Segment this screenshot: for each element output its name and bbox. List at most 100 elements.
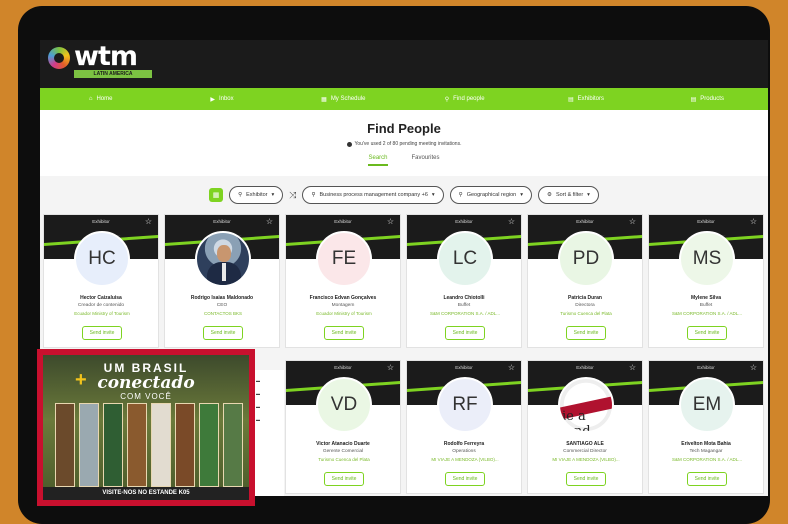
ad-tagline: conectado (97, 373, 195, 393)
avatar-initials: EM (679, 377, 735, 433)
person-card[interactable]: Exhibitor ☆ MS Mylene Silva Buffet S&M CORPOR… (648, 214, 764, 348)
logo-swirl-icon (48, 47, 70, 69)
exhibitor-badge: Exhibitor (576, 219, 594, 224)
favourite-star-icon[interactable]: ☆ (508, 363, 515, 372)
person-name: Hector Caizaluisa (80, 295, 122, 301)
partner-logo: ▬ (256, 378, 260, 383)
nav-label: Home (96, 96, 113, 102)
nav-home[interactable]: ⌂ Home (40, 88, 161, 110)
favourite-star-icon[interactable]: ☆ (508, 217, 515, 226)
person-name: Patricia Duran (568, 295, 602, 301)
person-card[interactable]: Exhibitor ☆ PD Patricia Duran Directora Turis… (527, 214, 643, 348)
nav-label: Products (700, 96, 724, 102)
person-card[interactable]: Exhibitor ☆ RF Rodolfo Ferreyra Operations MI… (406, 360, 522, 494)
favourite-star-icon[interactable]: ☆ (387, 217, 394, 226)
send-invite-button[interactable]: Send invite (324, 326, 364, 340)
nav-schedule[interactable]: ▦ My Schedule (283, 88, 404, 110)
exhibitor-badge: Exhibitor (213, 219, 231, 224)
grid-view-icon[interactable]: ▦ (209, 188, 224, 202)
advertisement-banner[interactable]: + UM BRASIL conectado COM VOCÊ VISITE-NO… (37, 349, 255, 506)
favourite-star-icon[interactable]: ☆ (750, 363, 757, 372)
person-card[interactable]: Exhibitor ☆ FE Francisco Edvan Gonçalves Mon… (285, 214, 401, 348)
ad-photo-panel (127, 403, 147, 487)
send-invite-button[interactable]: Send invite (445, 472, 485, 486)
person-card[interactable]: Exhibitor ☆ Rodrigo Isaias Maldonado CEO CON… (164, 214, 280, 348)
partner-logos: ▬ ▬ ▬ ▬ (254, 370, 284, 496)
person-role: Montagem (331, 303, 355, 308)
person-role: Buffet (699, 303, 713, 308)
person-company[interactable]: Turismo Cuenca del Plata (290, 457, 398, 462)
search-icon: ⚲ (458, 192, 463, 198)
send-invite-button[interactable]: Send invite (566, 326, 606, 340)
nav-exhibitors[interactable]: ▤ Exhibitors (525, 88, 646, 110)
exhibitor-filter[interactable]: ⚲ Exhibitor ▾ (229, 186, 284, 204)
exhibitor-badge: Exhibitor (92, 219, 110, 224)
products-icon: ▤ (690, 96, 697, 103)
favourite-star-icon[interactable]: ☆ (750, 217, 757, 226)
shuffle-icon[interactable]: ⤨ (289, 190, 296, 201)
exhibitor-badge: Exhibitor (455, 365, 473, 370)
person-card[interactable]: Exhibitor ☆ LC Leandro Chiotolli Buffet S&M C… (406, 214, 522, 348)
person-company[interactable]: CONTACTOS BKS (169, 311, 277, 316)
nav-products[interactable]: ▤ Products (647, 88, 768, 110)
favourite-star-icon[interactable]: ☆ (387, 363, 394, 372)
nav-find-people[interactable]: ⚲ Find people (404, 88, 525, 110)
sort-filter-button[interactable]: ⚙ Sort & filter ▾ (538, 186, 599, 204)
nav-inbox[interactable]: ▶ Inbox (161, 88, 282, 110)
person-company[interactable]: S&M CORPORATION S.A. / ADL... (653, 457, 761, 462)
send-invite-button[interactable]: Send invite (203, 326, 243, 340)
person-card[interactable]: Exhibitor ☆ EM Erivelton Mota Bahia Tech Mag… (648, 360, 764, 494)
partner-logo: ▬ (256, 391, 260, 396)
page-title: Find People (367, 121, 441, 136)
wtm-logo[interactable]: wtm LATIN AMERICA (48, 41, 158, 82)
person-company[interactable]: Ecuador Ministry of Tourism (48, 311, 156, 316)
region-filter[interactable]: ⚲ Geographical region ▾ (449, 186, 533, 204)
send-invite-button[interactable]: Send invite (687, 326, 727, 340)
ad-photo-panel (55, 403, 75, 487)
avatar-initials: LC (437, 231, 493, 287)
person-card[interactable]: Exhibitor ☆ ie a lend SANTIAGO ALE Commercia… (527, 360, 643, 494)
avatar-initials: PD (558, 231, 614, 287)
person-name: Rodrigo Isaias Maldonado (190, 295, 254, 301)
invitation-notice: You've used 2 of 80 pending meeting invi… (40, 141, 768, 147)
avatar: ie a lend (558, 377, 614, 433)
person-company[interactable]: S&M CORPORATION S.A. / ADL... (653, 311, 761, 316)
person-company[interactable]: MI VIAJE A MENDOZA (VILBO)... (411, 457, 519, 462)
avatar (195, 231, 251, 287)
favourite-star-icon[interactable]: ☆ (266, 217, 273, 226)
chevron-down-icon: ▾ (431, 192, 435, 198)
send-invite-button[interactable]: Send invite (324, 472, 364, 486)
favourite-star-icon[interactable]: ☆ (629, 217, 636, 226)
favourite-star-icon[interactable]: ☆ (629, 363, 636, 372)
person-role: Tech Magangar (689, 449, 723, 454)
tab-search[interactable]: Search (368, 155, 388, 166)
nav-label: Inbox (218, 96, 234, 102)
exhibitor-filter-label: Exhibitor (246, 192, 268, 198)
person-role: Directora (575, 303, 595, 308)
avatar-initials: FE (316, 231, 372, 287)
chevron-down-icon: ▾ (520, 192, 524, 198)
send-invite-button[interactable]: Send invite (445, 326, 485, 340)
calendar-icon: ▦ (321, 96, 327, 103)
favourite-star-icon[interactable]: ☆ (145, 217, 152, 226)
ad-photo-panel (223, 403, 243, 487)
person-company[interactable]: Turismo Cuenca del Plata (532, 311, 640, 316)
ad-image: + UM BRASIL conectado COM VOCÊ VISITE-NO… (43, 355, 249, 500)
search-icon: ⚲ (444, 96, 450, 103)
send-invite-button[interactable]: Send invite (687, 472, 727, 486)
person-card[interactable]: Exhibitor ☆ VD Victor Atanacio Duarte Gerent… (285, 360, 401, 494)
person-company[interactable]: MI VIAJE A MENDOZA (VILBO)... (532, 457, 640, 462)
keyword-filter[interactable]: ⚲ Business process management company +6… (302, 186, 444, 204)
tab-favourites[interactable]: Favourites (412, 155, 440, 166)
top-bar: wtm LATIN AMERICA (40, 40, 768, 88)
send-invite-button[interactable]: Send invite (566, 472, 606, 486)
keyword-filter-label: Business process management company +6 (319, 192, 428, 198)
send-invite-button[interactable]: Send invite (82, 326, 122, 340)
person-company[interactable]: Ecuador Ministry of Tourism (290, 311, 398, 316)
person-company[interactable]: S&M CORPORATION S.A. / ADL... (411, 311, 519, 316)
exhibitor-badge: Exhibitor (455, 219, 473, 224)
exhibitor-badge: Exhibitor (334, 219, 352, 224)
person-card[interactable]: Exhibitor ☆ HC Hector Caizaluisa Creador de … (43, 214, 159, 348)
filter-bar: ▦ ⚲ Exhibitor ▾ ⤨ ⚲ Business process man… (40, 180, 768, 210)
person-name: Rodolfo Ferreyra (443, 441, 485, 447)
